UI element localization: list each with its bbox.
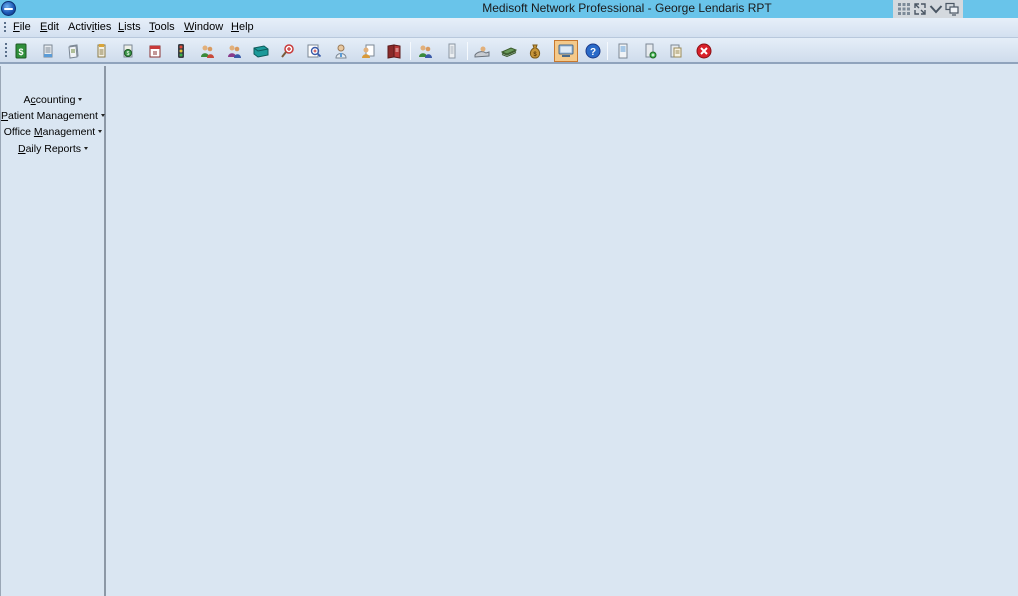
menu-window[interactable]: Window [184,21,223,33]
insurance-carrier-list-icon [448,43,456,59]
procedure-codes-icon [474,46,490,58]
insurance-carrier-list-button[interactable] [442,41,462,61]
restore-data-button[interactable] [666,41,686,61]
svg-text:?: ? [590,47,596,58]
menu-help[interactable]: Help [231,21,254,33]
toolbar-separator [607,42,608,60]
collection-list-button[interactable] [91,41,111,61]
medisoft-window: Medisoft Network Professional - George L… [0,0,1018,596]
window-title: Medisoft Network Professional - George L… [482,1,772,15]
patient-quick-entry-button[interactable] [304,41,324,61]
svg-text:$: $ [18,47,23,57]
appointment-book-button[interactable] [145,41,165,61]
workspace-area [106,66,1018,596]
help-icon: ? [585,43,601,59]
quick-ledger-icon [253,45,269,58]
menu-file[interactable]: File [13,21,31,33]
custom-report-list-button[interactable] [613,41,633,61]
deposit-list-button[interactable]: $ [118,41,138,61]
patient-quick-entry-icon [307,44,322,58]
menu-edit[interactable]: Edit [40,21,59,33]
patient-list-icon [201,45,214,58]
referring-provider-list-icon [419,45,432,58]
transaction-entry-button[interactable]: $ [11,41,31,61]
toolbar-separator [410,42,411,60]
money-stack-icon [501,47,517,58]
quick-balance-icon [281,44,294,58]
sidebar: Accounting Patient Management Office Man… [0,66,106,596]
menu-tools[interactable]: Tools [149,21,175,33]
dropdown-arrow-icon [100,113,105,117]
transaction-entry-icon: $ [15,43,27,59]
provider-list-button[interactable] [384,41,404,61]
money-bag-icon: $ [529,44,541,59]
collection-list-icon [97,44,106,58]
menu-activities[interactable]: Activities [68,21,111,33]
dropdown-arrow-icon [78,97,83,101]
grid-icon[interactable] [897,2,911,16]
exit-icon [696,43,712,59]
dropdown-arrow-icon [84,146,89,150]
sidebar-item-office-management[interactable]: Office Management [1,126,105,138]
claim-management-button[interactable] [38,41,58,61]
money-stack-button[interactable] [499,41,519,61]
referring-provider-list-button[interactable] [415,41,435,61]
statement-management-icon [68,44,79,59]
svg-text:$: $ [127,51,130,57]
restore-data-icon [670,44,682,58]
office-hours-icon [178,44,184,58]
title-bar: Medisoft Network Professional - George L… [0,0,1018,18]
help-button[interactable]: ? [583,41,603,61]
quick-ledger-button[interactable] [251,41,271,61]
restore-window-icon[interactable] [913,2,927,16]
main-toolbar: $ $ $ ? [0,38,1018,64]
report-designer-icon [362,44,375,58]
dropdown-arrow-icon [98,129,103,133]
claim-management-icon [43,44,53,58]
menu-grip[interactable] [4,22,6,34]
patient-recall-button[interactable] [224,41,244,61]
remote-desktop-icon[interactable] [945,2,959,16]
final-draft-button[interactable] [331,41,351,61]
appointment-book-icon [149,45,161,58]
office-hours-button[interactable] [171,41,191,61]
provider-list-icon [387,44,401,59]
toolbar-grip[interactable] [5,43,7,59]
quick-balance-button[interactable] [278,41,298,61]
final-draft-icon [335,44,347,59]
show-hide-hints-button[interactable] [554,40,578,62]
show-hide-hints-icon [558,44,574,57]
deposit-list-icon: $ [123,44,133,58]
statement-management-button[interactable] [64,41,84,61]
menu-bar: File Edit Activities Lists Tools Window … [0,18,1018,38]
sidebar-item-daily-reports[interactable]: Daily Reports [1,143,105,155]
procedure-codes-button[interactable] [472,41,492,61]
sidebar-item-patient-management[interactable]: Patient Management [1,110,105,122]
app-logo-icon[interactable] [1,1,16,16]
custom-report-list-icon [618,43,628,59]
backup-data-button[interactable] [640,41,660,61]
report-designer-button[interactable] [358,41,378,61]
patient-recall-icon [228,45,241,58]
exit-button[interactable] [694,41,714,61]
patient-list-button[interactable] [197,41,217,61]
chevron-down-icon[interactable] [929,2,943,16]
title-controls [893,0,963,18]
backup-data-icon [645,43,657,59]
toolbar-separator [467,42,468,60]
menu-lists[interactable]: Lists [118,21,141,33]
money-bag-button[interactable]: $ [525,41,545,61]
sidebar-item-accounting[interactable]: Accounting [1,94,105,106]
